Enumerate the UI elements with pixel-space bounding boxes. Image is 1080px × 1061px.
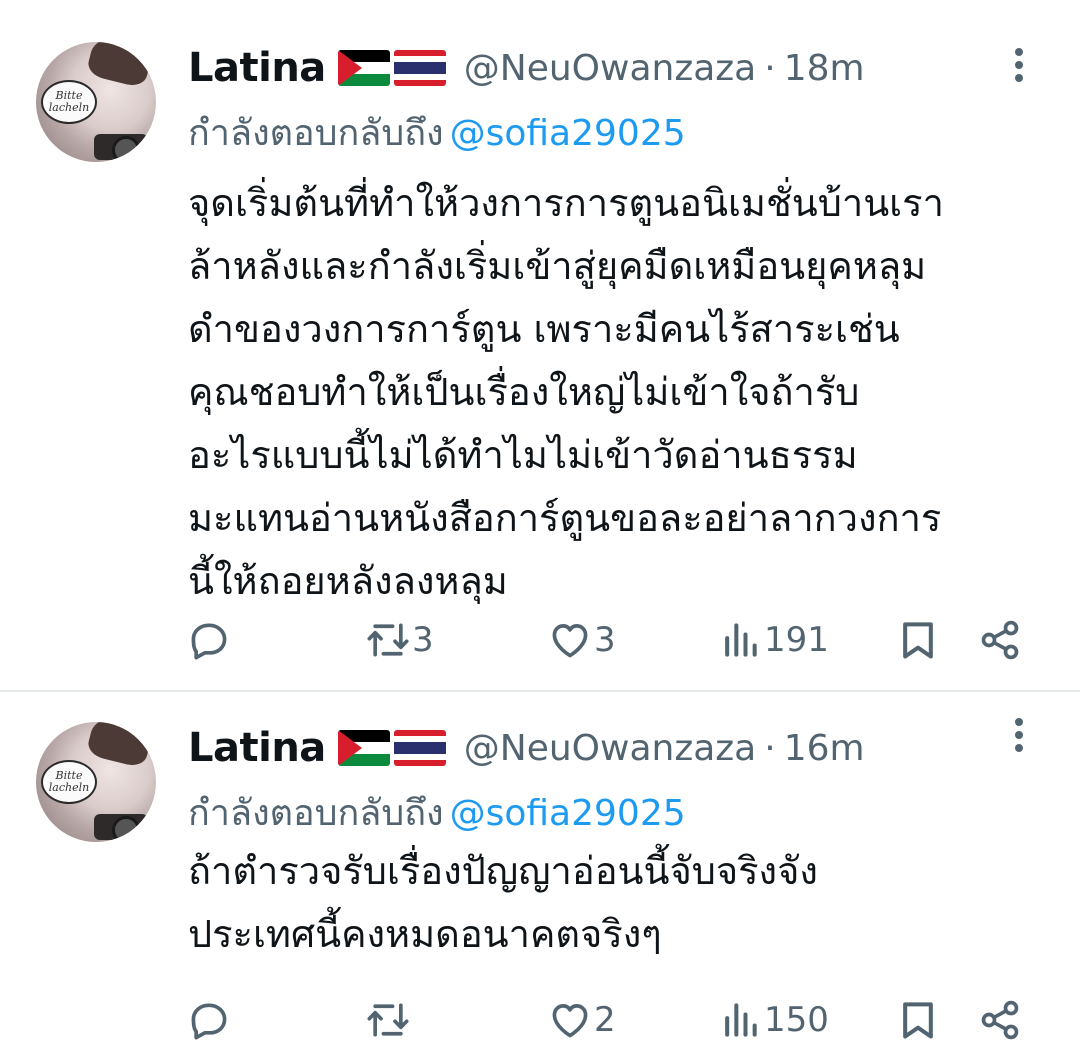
name-emoji-flags [337, 730, 446, 766]
tweet-text-line: มะแทนอ่านหนังสือการ์ตูนขอละอย่าลากวงการ [188, 496, 942, 540]
palestine-flag-icon [337, 730, 390, 766]
bookmark-button[interactable] [896, 986, 940, 1054]
tweet-actions: 3 3 191 [0, 606, 1080, 674]
replying-to: กำลังตอบกลับถึง @sofia29025 [188, 784, 686, 841]
retweet-button[interactable]: 3 [366, 606, 434, 674]
timestamp[interactable]: 16m [784, 728, 865, 769]
user-handle[interactable]: @NeuOwanzaza [464, 48, 756, 89]
reply-icon [191, 1003, 227, 1040]
tweet-text: ถ้าตำรวจรับเรื่องปัญญาอ่อนนี้จับจริงจัง … [188, 840, 1058, 966]
tweet-text-line: ดำของวงการการ์ตูน เพราะมีคนไร้สาระเช่น [188, 307, 900, 351]
tweet-header: Latina @NeuOwanzaza · 18m [188, 42, 865, 94]
separator-dot: · [764, 47, 776, 89]
bookmark-icon [903, 1002, 933, 1039]
avatar-speech-bubble: Bitte lacheln [41, 80, 97, 124]
tweet-text: จุดเริ่มต้นที่ทำให้วงการการตูนอนิเมชั่นบ… [188, 172, 1058, 613]
views-bar-chart-icon [725, 623, 757, 657]
tweet-actions: 2 150 [0, 986, 1080, 1054]
view-count: 191 [764, 620, 829, 660]
timestamp[interactable]: 18m [784, 48, 865, 89]
views-button[interactable]: 150 [718, 986, 829, 1054]
user-handle[interactable]: @NeuOwanzaza [464, 728, 756, 769]
tweet-text-line: ล้าหลังและกำลังเริ่มเข้าสู่ยุคมืดเหมือนย… [188, 244, 927, 288]
tweet-text-line: นี้ให้ถอยหลังลงหลุม [188, 559, 508, 603]
avatar-hat [85, 722, 155, 769]
avatar-hat [85, 42, 155, 89]
thailand-flag-icon [393, 50, 446, 86]
replying-to-label: กำลังตอบกลับถึง [188, 793, 444, 834]
separator-dot: · [764, 727, 776, 769]
tweet-text-line: ถ้าตำรวจรับเรื่องปัญญาอ่อนนี้จับจริงจัง [188, 849, 818, 893]
reply-mention-link[interactable]: @sofia29025 [450, 793, 686, 834]
retweet-icon [367, 623, 409, 657]
display-name[interactable]: Latina [188, 45, 326, 91]
views-button[interactable]: 191 [718, 606, 829, 674]
palestine-flag-icon [337, 50, 390, 86]
reply-icon [191, 623, 227, 660]
replying-to-label: กำลังตอบกลับถึง [188, 113, 444, 154]
retweet-button[interactable] [366, 986, 412, 1054]
views-bar-chart-icon [725, 1003, 757, 1037]
thailand-flag-icon [393, 730, 446, 766]
like-button[interactable]: 2 [548, 986, 616, 1054]
reply-button[interactable] [187, 986, 233, 1054]
heart-icon [552, 1004, 588, 1038]
tweet[interactable]: Bitte lacheln Latina @NeuOwanzaza · 16m … [0, 690, 1080, 1061]
tweet-header: Latina @NeuOwanzaza · 16m [188, 722, 865, 774]
share-icon [981, 1000, 1019, 1040]
avatar-camera-lens [112, 136, 140, 162]
retweet-icon [367, 1003, 409, 1037]
tweet-text-line: จุดเริ่มต้นที่ทำให้วงการการตูนอนิเมชั่นบ… [188, 181, 944, 225]
like-count: 2 [594, 1000, 616, 1040]
avatar-speech-bubble: Bitte lacheln [41, 760, 97, 804]
view-count: 150 [764, 1000, 829, 1040]
reply-mention-link[interactable]: @sofia29025 [450, 113, 686, 154]
more-options-icon[interactable] [1009, 718, 1029, 758]
name-emoji-flags [337, 50, 446, 86]
share-icon [981, 620, 1019, 660]
bookmark-button[interactable] [896, 606, 940, 674]
avatar[interactable]: Bitte lacheln [36, 42, 156, 162]
bookmark-icon [903, 622, 933, 659]
share-button[interactable] [978, 606, 1022, 674]
tweet-text-line: คุณชอบทำให้เป็นเรื่องใหญ่ไม่เข้าใจถ้ารับ [188, 370, 860, 414]
share-button[interactable] [978, 986, 1022, 1054]
tweet-text-line: ประเทศนี้คงหมดอนาคตจริงๆ [188, 912, 662, 956]
replying-to: กำลังตอบกลับถึง @sofia29025 [188, 104, 686, 161]
avatar-camera-lens [112, 816, 140, 842]
reply-button[interactable] [187, 606, 233, 674]
tweet[interactable]: Bitte lacheln Latina @NeuOwanzaza · 18m … [0, 0, 1080, 690]
heart-icon [552, 624, 588, 658]
display-name[interactable]: Latina [188, 725, 326, 771]
more-options-icon[interactable] [1009, 48, 1029, 88]
like-count: 3 [594, 620, 616, 660]
tweet-text-line: อะไรแบบนี้ไม่ได้ทำไมไม่เข้าวัดอ่านธรรม [188, 433, 858, 477]
like-button[interactable]: 3 [548, 606, 616, 674]
avatar[interactable]: Bitte lacheln [36, 722, 156, 842]
retweet-count: 3 [412, 620, 434, 660]
